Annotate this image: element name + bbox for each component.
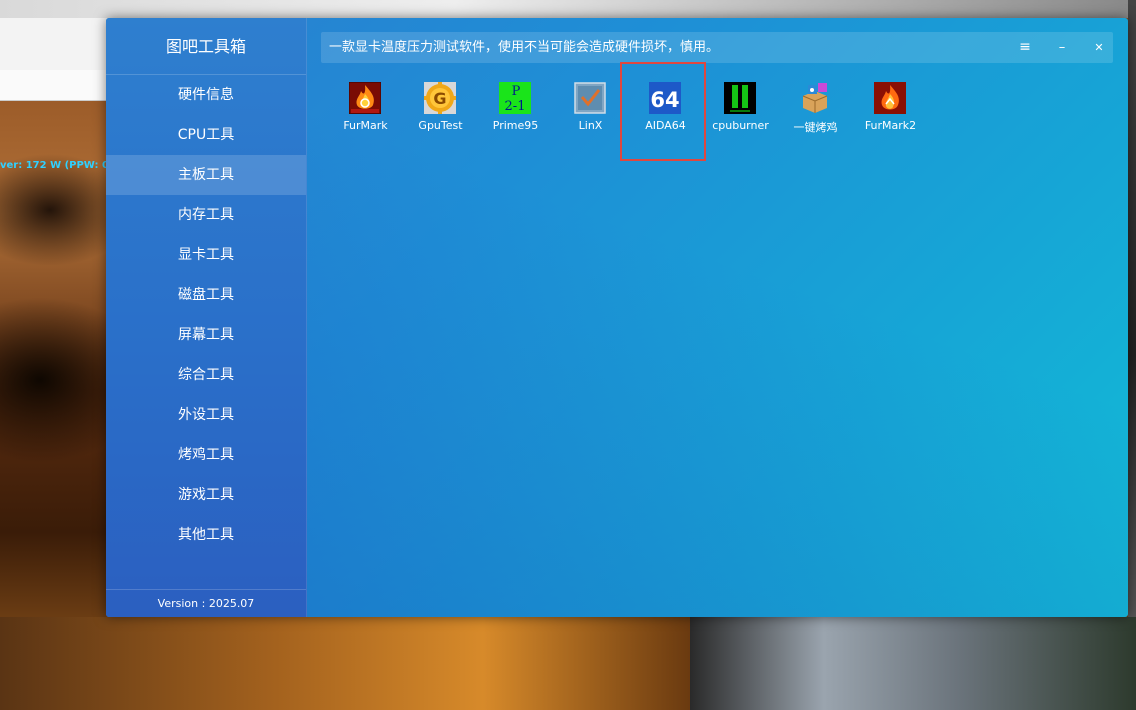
sidebar-item-other-tools[interactable]: 其他工具 bbox=[106, 515, 306, 555]
sidebar-item-motherboard-tools[interactable]: 主板工具 bbox=[106, 155, 306, 195]
notice-bar: 一款显卡温度压力测试软件，使用不当可能会造成硬件损坏，慎用。 ≡ – ✕ bbox=[321, 32, 1113, 63]
gputest-icon: G bbox=[424, 82, 456, 114]
tool-grid: FurMark G GpuTest P 2-1 Prime95 LinX 64 … bbox=[328, 78, 1118, 168]
sidebar-item-general-tools[interactable]: 综合工具 bbox=[106, 355, 306, 395]
tool-gputest[interactable]: G GpuTest bbox=[403, 78, 478, 138]
sidebar-nav: 硬件信息 CPU工具 主板工具 内存工具 显卡工具 磁盘工具 屏幕工具 综合工具… bbox=[106, 75, 306, 555]
tool-furmark[interactable]: FurMark bbox=[328, 78, 403, 138]
sidebar-item-hardware-info[interactable]: 硬件信息 bbox=[106, 75, 306, 115]
svg-text:2-1: 2-1 bbox=[505, 99, 526, 114]
furmark-icon bbox=[349, 82, 381, 114]
sidebar-item-disk-tools[interactable]: 磁盘工具 bbox=[106, 275, 306, 315]
desktop-bottom-right bbox=[690, 617, 1136, 710]
tool-furmark2[interactable]: FurMark2 bbox=[853, 78, 928, 138]
app-window: 图吧工具箱 硬件信息 CPU工具 主板工具 内存工具 显卡工具 磁盘工具 屏幕工… bbox=[106, 18, 1128, 617]
tool-linx[interactable]: LinX bbox=[553, 78, 628, 138]
desktop-bottom-left bbox=[0, 617, 690, 710]
tool-label: FurMark2 bbox=[864, 119, 917, 132]
desktop-top-strip bbox=[0, 0, 1136, 18]
prime95-icon: P 2-1 bbox=[499, 82, 531, 114]
app-title: 图吧工具箱 bbox=[106, 18, 306, 75]
sidebar: 图吧工具箱 硬件信息 CPU工具 主板工具 内存工具 显卡工具 磁盘工具 屏幕工… bbox=[106, 18, 307, 617]
linx-icon bbox=[574, 82, 606, 114]
sidebar-item-gpu-tools[interactable]: 显卡工具 bbox=[106, 235, 306, 275]
sidebar-item-peripheral-tools[interactable]: 外设工具 bbox=[106, 395, 306, 435]
menu-button[interactable]: ≡ bbox=[1013, 32, 1037, 63]
tool-one-click-stress[interactable]: 一键烤鸡 bbox=[778, 78, 853, 138]
notice-text: 一款显卡温度压力测试软件，使用不当可能会造成硬件损坏，慎用。 bbox=[329, 40, 720, 55]
cpuburner-icon bbox=[724, 82, 756, 114]
sidebar-item-screen-tools[interactable]: 屏幕工具 bbox=[106, 315, 306, 355]
sidebar-item-game-tools[interactable]: 游戏工具 bbox=[106, 475, 306, 515]
sidebar-item-cpu-tools[interactable]: CPU工具 bbox=[106, 115, 306, 155]
tool-cpuburner[interactable]: cpuburner bbox=[703, 78, 778, 138]
close-button[interactable]: ✕ bbox=[1087, 32, 1111, 63]
furmark2-icon bbox=[874, 82, 906, 114]
desktop-right-edge bbox=[1128, 0, 1136, 710]
highlight-box bbox=[620, 62, 706, 161]
version-label: Version : 2025.07 bbox=[106, 589, 306, 617]
background-window-bar bbox=[0, 70, 110, 101]
sidebar-item-memory-tools[interactable]: 内存工具 bbox=[106, 195, 306, 235]
tool-prime95[interactable]: P 2-1 Prime95 bbox=[478, 78, 553, 138]
minimize-button[interactable]: – bbox=[1050, 32, 1074, 63]
package-icon bbox=[802, 83, 828, 113]
svg-text:G: G bbox=[433, 89, 446, 108]
sidebar-item-stress-tools[interactable]: 烤鸡工具 bbox=[106, 435, 306, 475]
desktop-overlay-text: ver: 172 W (PPW: 0.7 bbox=[0, 160, 120, 171]
svg-text:P: P bbox=[512, 84, 521, 99]
